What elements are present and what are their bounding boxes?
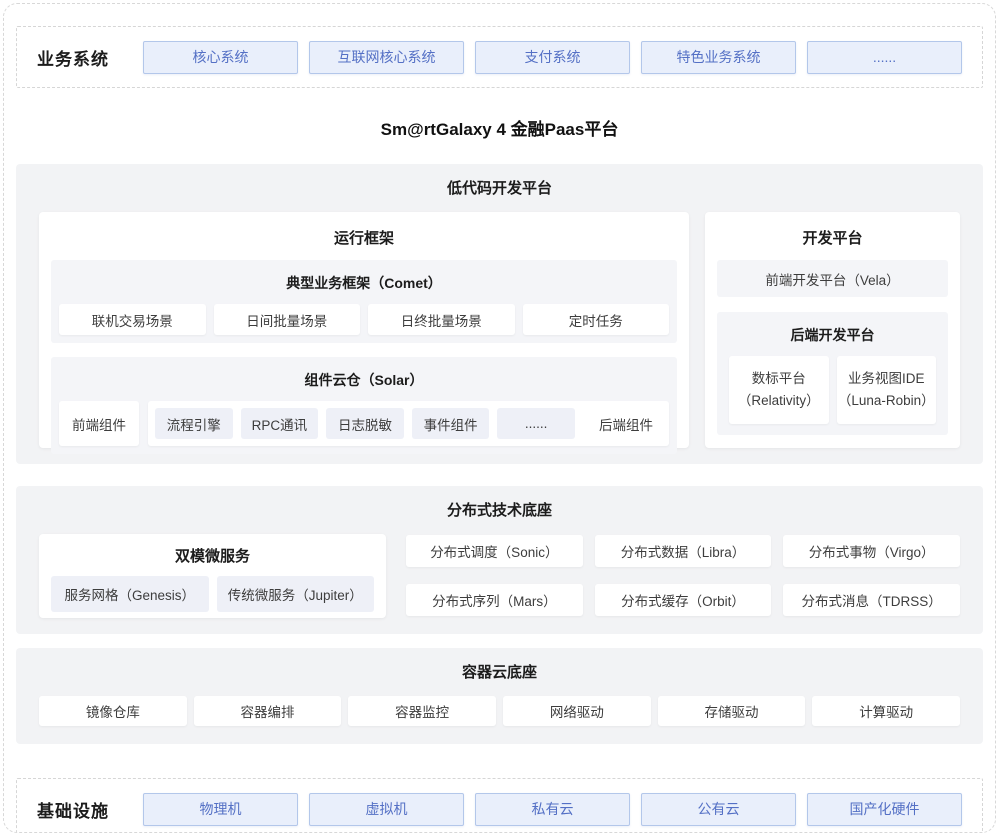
business-system-box: 核心系统 (143, 41, 298, 74)
frontend-component-box: 前端组件 (59, 401, 139, 446)
dual-mode-row: 服务网格（Genesis） 传统微服务（Jupiter） (51, 576, 374, 612)
solar-chip: 事件组件 (412, 408, 490, 439)
business-system-box: 特色业务系统 (641, 41, 796, 74)
distributed-service-box: 分布式缓存（Orbit） (595, 584, 772, 616)
comet-scenario-box: 联机交易场景 (59, 304, 206, 335)
comet-scenario-box: 日终批量场景 (368, 304, 515, 335)
luna-robin-ide-box: 业务视图IDE （Luna-Robin） (837, 356, 937, 424)
luna-robin-ide-name: 业务视图IDE (848, 368, 925, 390)
distributed-services-grid: 分布式调度（Sonic） 分布式数据（Libra） 分布式事物（Virgo） 分… (406, 534, 960, 618)
relativity-platform-name: 数标平台 (752, 368, 806, 390)
container-cloud-title: 容器云底座 (39, 661, 960, 682)
distributed-section: 分布式技术底座 双模微服务 服务网格（Genesis） 传统微服务（Jupite… (16, 486, 983, 634)
platform-title: Sm@rtGalaxy 4 金融Paas平台 (16, 115, 983, 140)
genesis-service-mesh-box: 服务网格（Genesis） (51, 576, 209, 612)
solar-chip-strip: 流程引擎 RPC通讯 日志脱敏 事件组件 ...... 后端组件 (148, 401, 669, 446)
distributed-service-box: 分布式数据（Libra） (595, 535, 772, 567)
container-cloud-section: 容器云底座 镜像仓库 容器编排 容器监控 网络驱动 存储驱动 计算驱动 (16, 648, 983, 744)
container-cloud-box: 容器监控 (348, 696, 496, 726)
infrastructure-box: 公有云 (641, 793, 796, 826)
runtime-framework-card: 运行框架 典型业务框架（Comet） 联机交易场景 日间批量场景 日终批量场景 … (39, 212, 689, 448)
runtime-framework-title: 运行框架 (51, 227, 677, 248)
infrastructure-label: 基础设施 (37, 797, 131, 822)
business-system-box: 互联网核心系统 (309, 41, 464, 74)
lowcode-section: 低代码开发平台 运行框架 典型业务框架（Comet） 联机交易场景 日间批量场景… (16, 164, 983, 464)
business-system-box: ...... (807, 41, 962, 74)
lowcode-body: 运行框架 典型业务框架（Comet） 联机交易场景 日间批量场景 日终批量场景 … (39, 212, 960, 448)
dual-mode-microservice-title: 双模微服务 (51, 545, 374, 566)
container-cloud-box: 镜像仓库 (39, 696, 187, 726)
business-systems-label: 业务系统 (37, 45, 131, 70)
dev-platform-card: 开发平台 前端开发平台（Vela） 后端开发平台 数标平台 （Relativit… (705, 212, 960, 448)
distributed-service-box: 分布式事物（Virgo） (783, 535, 960, 567)
container-cloud-box: 网络驱动 (503, 696, 651, 726)
distributed-service-box: 分布式调度（Sonic） (406, 535, 583, 567)
relativity-platform-box: 数标平台 （Relativity） (729, 356, 829, 424)
relativity-platform-codename: （Relativity） (738, 390, 820, 412)
container-cloud-box: 计算驱动 (812, 696, 960, 726)
business-system-box: 支付系统 (475, 41, 630, 74)
solar-component-box: 组件云仓（Solar） 前端组件 流程引擎 RPC通讯 日志脱敏 事件组件 ..… (51, 357, 677, 454)
container-cloud-box: 存储驱动 (658, 696, 806, 726)
comet-scenario-row: 联机交易场景 日间批量场景 日终批量场景 定时任务 (59, 304, 669, 335)
architecture-diagram: 业务系统 核心系统 互联网核心系统 支付系统 特色业务系统 ...... Sm@… (3, 3, 996, 833)
distributed-service-box: 分布式消息（TDRSS） (783, 584, 960, 616)
container-cloud-row: 镜像仓库 容器编排 容器监控 网络驱动 存储驱动 计算驱动 (39, 696, 960, 726)
comet-framework-box: 典型业务框架（Comet） 联机交易场景 日间批量场景 日终批量场景 定时任务 (51, 260, 677, 343)
dual-mode-microservice-card: 双模微服务 服务网格（Genesis） 传统微服务（Jupiter） (39, 534, 386, 618)
solar-chip: ...... (497, 408, 575, 439)
business-systems-boxes: 核心系统 互联网核心系统 支付系统 特色业务系统 ...... (143, 41, 962, 74)
container-cloud-box: 容器编排 (194, 696, 342, 726)
dev-platform-title: 开发平台 (717, 227, 948, 248)
backend-component-label: 后端组件 (583, 408, 669, 439)
comet-scenario-box: 定时任务 (523, 304, 670, 335)
comet-scenario-box: 日间批量场景 (214, 304, 361, 335)
solar-chip: RPC通讯 (241, 408, 319, 439)
comet-framework-title: 典型业务框架（Comet） (59, 273, 669, 293)
business-systems-band: 业务系统 核心系统 互联网核心系统 支付系统 特色业务系统 ...... (16, 26, 983, 88)
distributed-section-title: 分布式技术底座 (39, 499, 960, 520)
jupiter-microservice-box: 传统微服务（Jupiter） (217, 576, 375, 612)
solar-chip: 日志脱敏 (326, 408, 404, 439)
backend-dev-platform-box: 后端开发平台 数标平台 （Relativity） 业务视图IDE （Luna-R… (717, 312, 948, 435)
vela-frontend-platform-box: 前端开发平台（Vela） (717, 260, 948, 297)
distributed-service-box: 分布式序列（Mars） (406, 584, 583, 616)
lowcode-section-title: 低代码开发平台 (39, 177, 960, 198)
solar-chip: 流程引擎 (155, 408, 233, 439)
infrastructure-box: 物理机 (143, 793, 298, 826)
solar-component-row: 前端组件 流程引擎 RPC通讯 日志脱敏 事件组件 ...... 后端组件 (59, 401, 669, 446)
backend-dev-platform-title: 后端开发平台 (725, 325, 940, 345)
infrastructure-band: 基础设施 物理机 虚拟机 私有云 公有云 国产化硬件 (16, 778, 983, 833)
luna-robin-ide-codename: （Luna-Robin） (838, 390, 935, 412)
infrastructure-box: 私有云 (475, 793, 630, 826)
solar-component-title: 组件云仓（Solar） (59, 370, 669, 390)
infrastructure-boxes: 物理机 虚拟机 私有云 公有云 国产化硬件 (143, 793, 962, 826)
infrastructure-box: 虚拟机 (309, 793, 464, 826)
infrastructure-box: 国产化硬件 (807, 793, 962, 826)
distributed-body: 双模微服务 服务网格（Genesis） 传统微服务（Jupiter） 分布式调度… (39, 534, 960, 618)
backend-platform-row: 数标平台 （Relativity） 业务视图IDE （Luna-Robin） (725, 356, 940, 424)
